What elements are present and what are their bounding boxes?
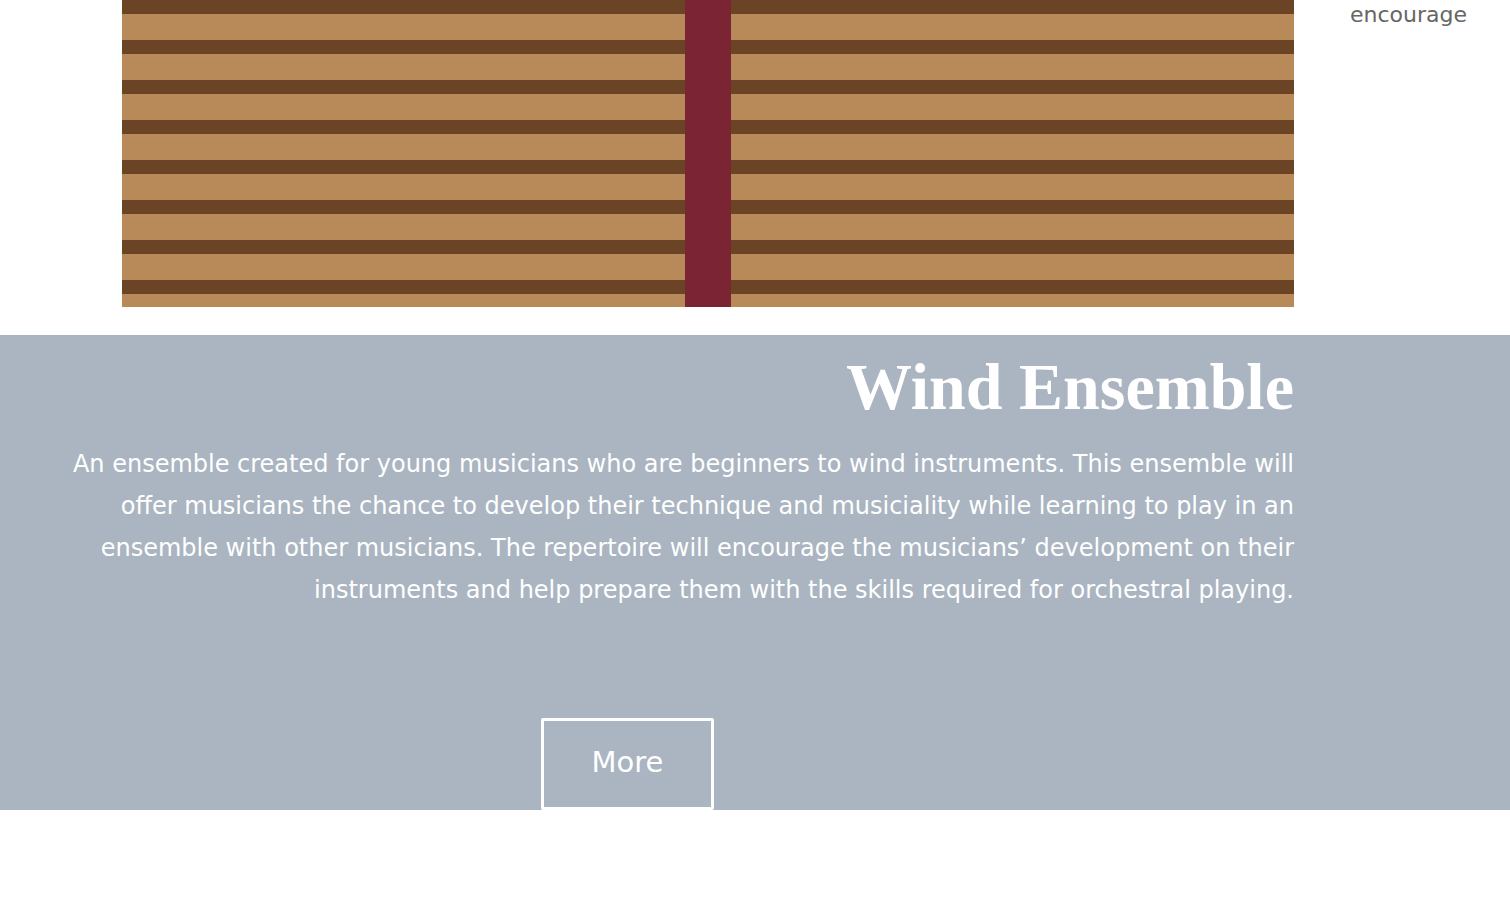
ensemble-content: Wind Ensemble An ensemble created for you… [0,335,1294,810]
more-button[interactable]: More [541,718,714,810]
ensemble-band: Wind Ensemble An ensemble created for you… [0,335,1510,810]
concert-photo [122,0,1294,307]
button-row: More [0,718,1294,810]
ensemble-description: An ensemble created for young musicians … [0,443,1294,611]
page: encourage Wind Ensemble An ensemble create… [0,0,1510,906]
top-row: encourage [0,0,1510,307]
side-text: encourage [1350,0,1467,27]
ensemble-title: Wind Ensemble [846,349,1294,425]
